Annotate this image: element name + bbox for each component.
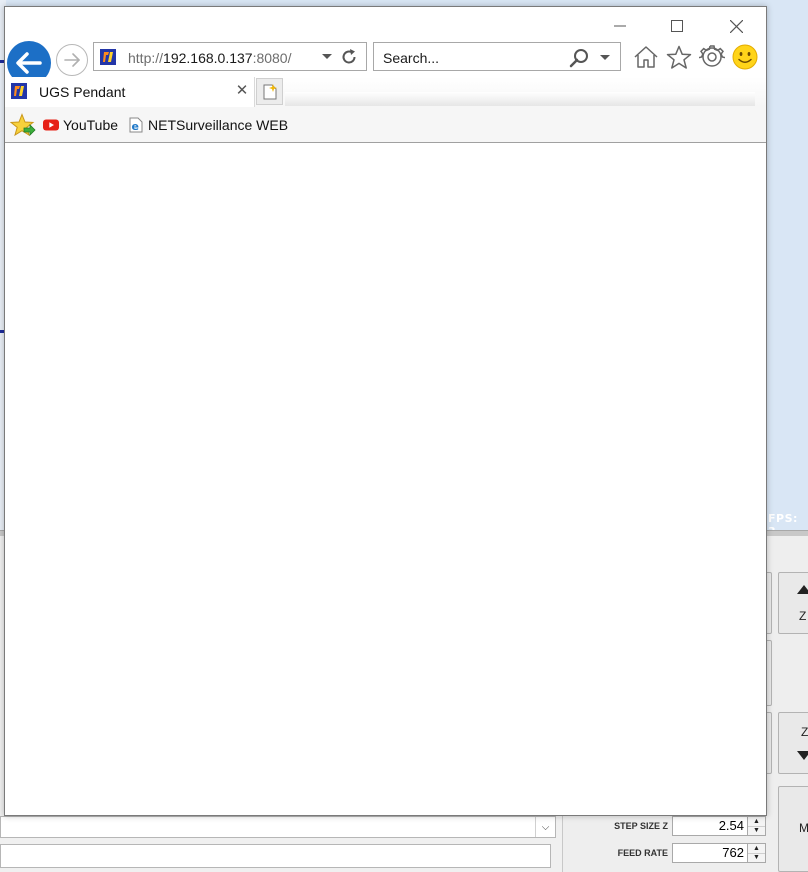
jog-z-plus-button[interactable]: Z [778,572,808,634]
tab-strip-fill [285,92,755,106]
tab-title: UGS Pendant [39,84,126,100]
favorites-button[interactable] [665,43,693,71]
arrow-left-icon [16,52,42,74]
browser-window: http://192.168.0.137:8080/ Search... UGS… [4,6,767,816]
ie-page-icon: e [129,117,143,133]
spinner-down-icon[interactable]: ▼ [748,827,765,836]
tab-strip: UGS Pendant ✕ [5,77,766,107]
feedback-smiley-icon [732,44,758,70]
close-icon [729,19,743,33]
navigation-bar: http://192.168.0.137:8080/ Search... [5,39,766,85]
refresh-icon[interactable] [340,48,358,66]
favorite-netsurveillance[interactable]: e NETSurveillance WEB [128,115,288,135]
feed-rate-label: FEED RATE [617,848,668,858]
step-size-z-input[interactable]: 2.54 [672,816,748,836]
jog-z-minus-button[interactable]: Z [778,712,808,774]
search-dropdown-icon[interactable] [600,55,610,60]
close-window-button[interactable] [721,15,751,37]
feed-rate-input[interactable]: 762 [672,843,748,863]
search-icon[interactable] [569,48,589,68]
site-favicon-icon [11,83,27,99]
favorites-star-icon [666,45,692,69]
feedback-button[interactable] [731,43,759,71]
url-host: 192.168.0.137 [163,50,253,66]
favorite-youtube-label: YouTube [63,117,119,133]
jog-z-plus-label: Z [799,609,807,623]
spinner-up-icon[interactable]: ▲ [748,844,765,854]
address-url[interactable]: http://192.168.0.137:8080/ [128,50,292,66]
tab-ugs-pendant[interactable]: UGS Pendant ✕ [5,77,255,107]
tools-button[interactable] [698,43,726,71]
step-size-z-spinner[interactable]: ▲ ▼ [748,816,766,836]
minimize-button[interactable] [605,15,635,37]
new-tab-button[interactable] [256,78,283,105]
command-history-dropdown[interactable]: ⌵ [0,816,556,838]
maximize-icon [671,20,683,32]
favorites-bar: YouTube e NETSurveillance WEB [5,107,766,143]
favorite-youtube[interactable]: YouTube [43,115,118,135]
minimize-icon [614,25,626,27]
forward-button[interactable] [56,44,88,76]
favorite-netsurveillance-label: NETSurveillance WEB [148,117,289,133]
feed-rate-row: FEED RATE 762 ▲ ▼ [590,843,766,863]
spinner-up-icon[interactable]: ▲ [748,817,765,827]
arrow-up-icon [797,585,808,594]
maximize-button[interactable] [662,15,692,37]
site-favicon-icon [100,49,116,65]
spinner-down-icon[interactable]: ▼ [748,854,765,863]
page-content[interactable] [5,144,766,815]
step-size-z-row: STEP SIZE Z 2.54 ▲ ▼ [590,816,766,836]
address-dropdown-icon[interactable] [322,54,332,59]
tab-close-icon[interactable]: ✕ [234,81,250,99]
step-size-z-label: STEP SIZE Z [614,821,668,831]
arrow-down-icon [797,751,808,760]
jog-m-label: M [799,821,808,835]
settings-gear-icon [699,45,725,67]
url-scheme: http:// [128,50,164,66]
search-box[interactable]: Search... [373,42,621,71]
search-input[interactable]: Search... [383,50,439,66]
home-button[interactable] [632,43,660,71]
add-to-favorites-bar-icon[interactable] [10,113,36,139]
arrow-right-icon [64,53,80,67]
home-icon [634,46,658,68]
address-bar[interactable]: http://192.168.0.137:8080/ [93,42,367,71]
new-tab-icon [263,83,277,99]
url-port-path: :8080/ [252,50,292,66]
youtube-icon [43,119,59,131]
jog-m-button[interactable]: M [778,786,808,872]
jog-z-minus-label: Z [801,725,808,739]
feed-rate-spinner[interactable]: ▲ ▼ [748,843,766,863]
command-input[interactable] [0,844,551,868]
svg-text:e: e [132,120,139,133]
chevron-down-icon[interactable]: ⌵ [535,817,555,837]
